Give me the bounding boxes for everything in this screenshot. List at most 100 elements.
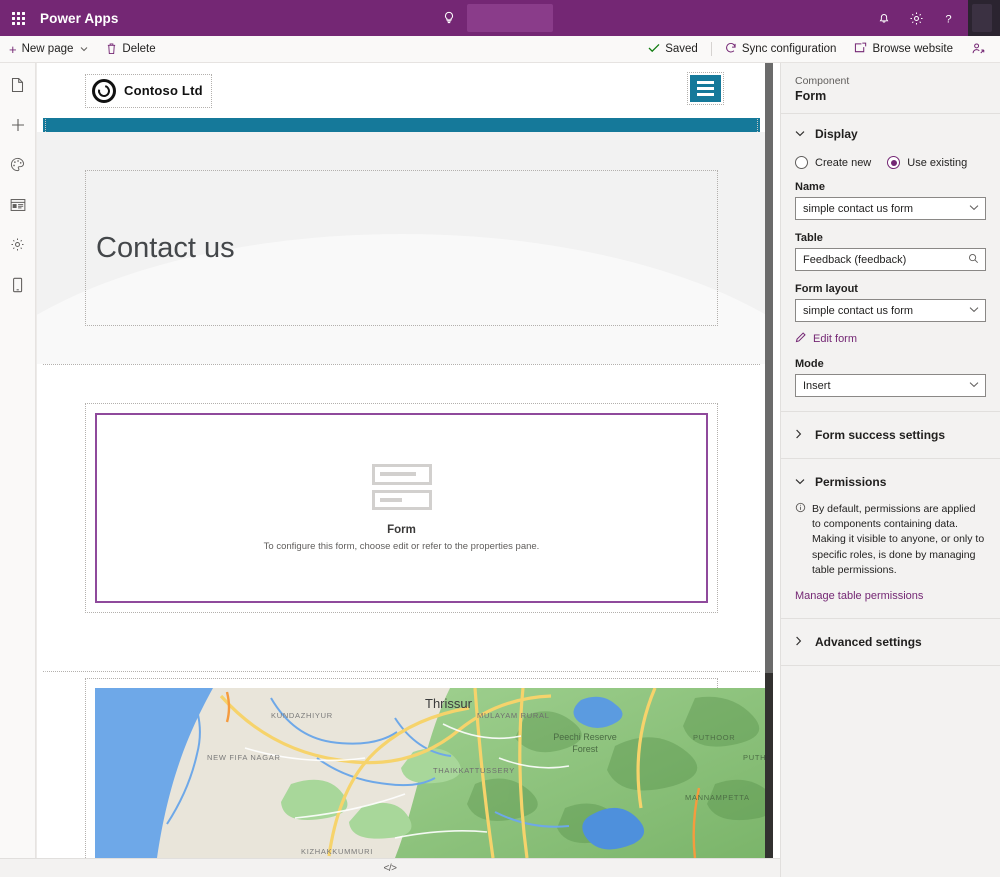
name-field-label: Name xyxy=(795,181,825,193)
mobile-device-icon xyxy=(11,277,24,298)
sidebar-item-settings[interactable] xyxy=(2,231,34,263)
form-component[interactable]: Form To configure this form, choose edit… xyxy=(95,413,708,603)
sidebar-item-templates[interactable] xyxy=(2,191,34,223)
user-avatar[interactable] xyxy=(968,0,1000,36)
mode-field-label: Mode xyxy=(795,358,824,370)
site-header[interactable]: Contoso Ltd xyxy=(37,63,766,118)
map-section[interactable]: Thrissur KUNDAZHIYUR NEW FIFA NAGAR THAI… xyxy=(37,672,766,858)
chevron-down-icon xyxy=(969,380,979,391)
idea-lightbulb-icon[interactable] xyxy=(433,0,465,36)
form-placeholder-title: Form xyxy=(387,524,416,536)
svg-text:Thrissur: Thrissur xyxy=(425,696,473,711)
permissions-note-text: By default, permissions are applied to c… xyxy=(812,503,985,576)
radio-dot-selected xyxy=(887,156,901,169)
bell-icon[interactable] xyxy=(868,0,900,36)
hero-text-block[interactable]: Contact us xyxy=(85,170,718,326)
saved-status: Saved xyxy=(639,36,707,63)
top-brand-bar: Power Apps ? xyxy=(0,0,1000,36)
share-person-icon xyxy=(971,42,985,57)
sidebar-item-mobile-preview[interactable] xyxy=(2,271,34,303)
edit-form-link[interactable]: Edit form xyxy=(813,333,857,345)
form-placeholder-icon xyxy=(371,464,432,510)
display-section-header[interactable]: Display xyxy=(795,124,986,144)
code-view-icon[interactable]: </> xyxy=(384,863,397,874)
hamburger-menu-icon[interactable] xyxy=(687,72,724,105)
pane-kicker: Component xyxy=(795,75,850,87)
advanced-settings-section-title: Advanced settings xyxy=(815,635,922,650)
contoso-spiral-logo xyxy=(92,78,116,103)
properties-pane: Component Form Display Create new Use ex… xyxy=(780,63,1000,877)
browse-website-button[interactable]: Browse website xyxy=(845,36,962,63)
canvas-scrollbar[interactable] xyxy=(765,63,773,858)
gear-settings-icon xyxy=(10,237,25,257)
form-layout-dropdown[interactable]: simple contact us form xyxy=(795,299,986,322)
mode-dropdown[interactable]: Insert xyxy=(795,374,986,397)
manage-table-permissions-link[interactable]: Manage table permissions xyxy=(795,590,986,602)
hero-section[interactable]: Contact us xyxy=(37,132,766,364)
delete-button[interactable]: Delete xyxy=(97,36,164,63)
permissions-section: Permissions By default, permissions are … xyxy=(781,459,1000,620)
radio-use-existing-label: Use existing xyxy=(907,156,968,169)
chevron-down-icon xyxy=(795,477,805,488)
info-circle-icon xyxy=(795,502,806,578)
advanced-settings-section-header[interactable]: Advanced settings xyxy=(795,632,986,652)
topbar-actions: ? xyxy=(868,0,1000,36)
trash-icon xyxy=(106,42,117,57)
form-placeholder-subtitle: To configure this form, choose edit or r… xyxy=(263,541,540,552)
svg-text:NEW FIFA NAGAR: NEW FIFA NAGAR xyxy=(207,753,281,762)
open-external-icon xyxy=(854,42,867,56)
name-dropdown[interactable]: simple contact us form xyxy=(795,197,986,220)
radio-create-new-label: Create new xyxy=(815,156,872,169)
left-rail xyxy=(0,63,36,877)
sidebar-item-pages[interactable] xyxy=(2,71,34,103)
form-success-section: Form success settings xyxy=(781,412,1000,459)
power-apps-designer: Power Apps ? + New page Delete Saved Syn… xyxy=(0,0,1000,877)
svg-text:PUTHUR RURAL: PUTHUR RURAL xyxy=(743,753,766,762)
form-success-section-header[interactable]: Form success settings xyxy=(795,425,986,445)
table-lookup-input[interactable]: Feedback (feedback) xyxy=(795,248,986,271)
map-component[interactable]: Thrissur KUNDAZHIYUR NEW FIFA NAGAR THAI… xyxy=(95,688,766,858)
svg-text:Peechi Reserve: Peechi Reserve xyxy=(553,732,617,742)
sidebar-item-theme[interactable] xyxy=(2,151,34,183)
sync-configuration-button[interactable]: Sync configuration xyxy=(716,36,846,63)
site-nav-bar[interactable] xyxy=(43,118,760,132)
palette-theme-icon xyxy=(10,157,25,177)
website-page: Contoso Ltd Contact us Form To configure… xyxy=(37,63,766,858)
canvas-scrollbar-thumb[interactable] xyxy=(765,673,773,858)
chevron-down-icon xyxy=(969,305,979,316)
form-section[interactable]: Form To configure this form, choose edit… xyxy=(37,365,766,671)
svg-text:Forest: Forest xyxy=(572,744,598,754)
saved-label: Saved xyxy=(665,43,698,55)
radio-dot xyxy=(795,156,808,169)
mode-value: Insert xyxy=(803,379,831,392)
help-question-icon[interactable]: ? xyxy=(932,0,964,36)
display-section-title: Display xyxy=(815,127,858,141)
site-logo[interactable]: Contoso Ltd xyxy=(85,73,212,108)
radio-create-new[interactable]: Create new xyxy=(795,156,871,169)
status-bar: </> xyxy=(0,858,780,877)
svg-text:MULAYAM RURAL: MULAYAM RURAL xyxy=(477,711,550,720)
sidebar-item-add[interactable] xyxy=(2,111,34,143)
plus-add-icon xyxy=(10,117,26,138)
chevron-down-icon xyxy=(795,129,805,140)
new-page-button[interactable]: + New page xyxy=(0,36,97,63)
app-launcher-icon[interactable] xyxy=(0,0,36,36)
edit-form-link-row[interactable]: Edit form xyxy=(795,331,986,346)
browse-label: Browse website xyxy=(872,43,953,55)
svg-text:MANNAMPETTA: MANNAMPETTA xyxy=(685,793,750,802)
pane-title: Form xyxy=(795,89,827,103)
permissions-section-header[interactable]: Permissions xyxy=(795,472,986,492)
command-bar: + New page Delete Saved Sync configurati… xyxy=(0,36,1000,63)
table-value: Feedback (feedback) xyxy=(803,253,907,266)
environment-pill[interactable] xyxy=(467,4,554,32)
gear-icon[interactable] xyxy=(900,0,932,36)
svg-text:KUNDAZHIYUR: KUNDAZHIYUR xyxy=(271,711,333,720)
form-layout-value: simple contact us form xyxy=(803,304,914,317)
check-icon xyxy=(648,42,660,56)
svg-text:PUTHOOR: PUTHOOR xyxy=(693,733,735,742)
share-button[interactable] xyxy=(962,36,994,63)
radio-use-existing[interactable]: Use existing xyxy=(887,156,967,169)
command-bar-right: Saved Sync configuration Browse website xyxy=(639,36,1000,63)
permissions-note: By default, permissions are applied to c… xyxy=(795,502,986,578)
page-canvas[interactable]: Contoso Ltd Contact us Form To configure… xyxy=(36,63,780,858)
